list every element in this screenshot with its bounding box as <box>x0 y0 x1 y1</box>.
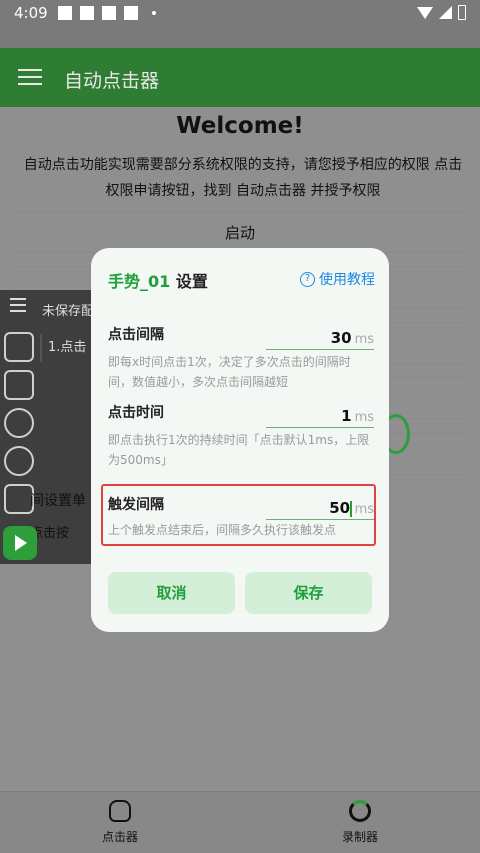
battery-icon <box>458 5 466 20</box>
signal-icon <box>439 6 452 19</box>
save-button[interactable]: 保存 <box>245 572 372 614</box>
wifi-icon <box>417 6 433 19</box>
click-duration-unit: ms <box>354 410 374 425</box>
click-interval-unit: ms <box>354 332 374 347</box>
play-button[interactable] <box>3 526 37 560</box>
help-link[interactable]: ? 使用教程 <box>300 269 375 289</box>
click-duration-hint: 即点击执行1次的持续时间「点击默认1ms，上限为500ms」 <box>108 433 370 467</box>
highlight-box <box>101 484 376 546</box>
app-notification-icon-2 <box>102 6 116 20</box>
nav-clicker-label: 点击器 <box>101 830 138 844</box>
record-icon <box>349 800 371 822</box>
settings-icon[interactable] <box>4 446 34 476</box>
floating-title: 未保存配 <box>42 304 95 319</box>
click-duration-input[interactable]: 1 ms <box>266 406 374 428</box>
more-notifications-icon <box>152 11 156 15</box>
start-button[interactable]: 启动 <box>13 211 467 253</box>
hide-icon[interactable] <box>4 408 34 438</box>
click-interval-hint: 即每x时间点击1次，决定了多次点击的间隔时间，数值越小，多次点击间隔越短 <box>108 355 351 389</box>
help-icon: ? <box>300 271 315 287</box>
help-label: 使用教程 <box>319 272 375 288</box>
app-title: 自动点击器 <box>64 70 160 92</box>
welcome-heading: Welcome! <box>176 113 304 139</box>
click-interval-input[interactable]: 30 ms <box>266 328 374 350</box>
bottom-nav: 点击器 录制器 <box>0 791 480 853</box>
floating-text-1: 间设置单 <box>30 493 86 509</box>
nav-clicker[interactable]: 点击器 <box>60 800 180 845</box>
dialog-title: 手势_01 设置 <box>108 268 208 292</box>
click-duration-value: 1 <box>341 407 352 425</box>
hand-tap-icon <box>109 800 131 822</box>
permission-description: 自动点击功能实现需要部分系统权限的支持，请您授予相应的权限 点击权限申请按钮，找… <box>23 157 463 199</box>
app-notification-icon <box>80 6 94 20</box>
status-time: 4:09 <box>14 4 48 22</box>
click-interval-value: 30 <box>330 329 352 347</box>
system-icons <box>417 5 466 20</box>
notification-icons <box>58 6 156 20</box>
add-tap-icon[interactable] <box>4 332 34 362</box>
app-bar: 自动点击器 <box>0 48 480 107</box>
click-interval-field: 点击间隔 30 ms 即每x时间点击1次，决定了多次点击的间隔时间，数值越小，多次… <box>108 324 374 392</box>
status-bar: 4:09 <box>0 0 480 48</box>
font-notification-icon <box>124 6 138 20</box>
cancel-button[interactable]: 取消 <box>108 572 235 614</box>
dialog-title-suffix: 设置 <box>175 272 208 291</box>
click-duration-field: 点击时间 1 ms 即点击执行1次的持续时间「点击默认1ms，上限为500ms」 <box>108 402 374 470</box>
gesture-settings-dialog: 手势_01 设置 ? 使用教程 点击间隔 30 ms 即每x时间点击1次，决定了多… <box>91 248 389 632</box>
remove-tap-icon[interactable] <box>4 370 34 400</box>
nav-recorder-label: 录制器 <box>341 830 378 844</box>
image-notification-icon <box>58 6 72 20</box>
collapse-icon[interactable] <box>10 298 26 314</box>
nav-recorder[interactable]: 录制器 <box>300 800 420 845</box>
gesture-name: 手势_01 <box>108 272 171 291</box>
menu-icon[interactable] <box>18 69 42 87</box>
